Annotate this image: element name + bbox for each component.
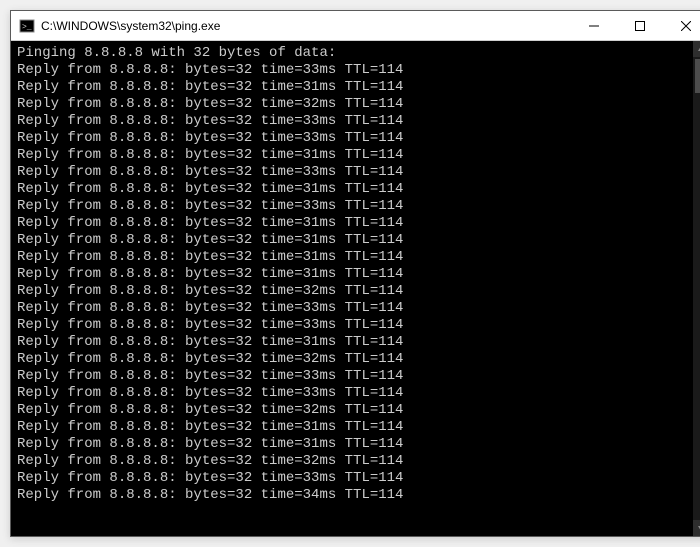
- vertical-scrollbar[interactable]: [693, 41, 700, 536]
- ping-reply-line: Reply from 8.8.8.8: bytes=32 time=31ms T…: [17, 181, 691, 198]
- window-title: C:\WINDOWS\system32\ping.exe: [41, 19, 571, 33]
- scroll-thumb[interactable]: [695, 59, 700, 93]
- ping-reply-line: Reply from 8.8.8.8: bytes=32 time=32ms T…: [17, 96, 691, 113]
- ping-reply-line: Reply from 8.8.8.8: bytes=32 time=32ms T…: [17, 402, 691, 419]
- ping-reply-line: Reply from 8.8.8.8: bytes=32 time=33ms T…: [17, 62, 691, 79]
- ping-reply-line: Reply from 8.8.8.8: bytes=32 time=31ms T…: [17, 249, 691, 266]
- maximize-button[interactable]: [617, 11, 663, 40]
- ping-reply-line: Reply from 8.8.8.8: bytes=32 time=33ms T…: [17, 470, 691, 487]
- ping-header-line: Pinging 8.8.8.8 with 32 bytes of data:: [17, 45, 691, 62]
- ping-reply-line: Reply from 8.8.8.8: bytes=32 time=31ms T…: [17, 334, 691, 351]
- scroll-up-button[interactable]: [693, 41, 700, 57]
- ping-reply-line: Reply from 8.8.8.8: bytes=32 time=31ms T…: [17, 147, 691, 164]
- ping-reply-line: Reply from 8.8.8.8: bytes=32 time=32ms T…: [17, 351, 691, 368]
- ping-reply-line: Reply from 8.8.8.8: bytes=32 time=32ms T…: [17, 283, 691, 300]
- titlebar[interactable]: >_ C:\WINDOWS\system32\ping.exe: [11, 11, 700, 41]
- ping-reply-line: Reply from 8.8.8.8: bytes=32 time=33ms T…: [17, 164, 691, 181]
- ping-reply-line: Reply from 8.8.8.8: bytes=32 time=33ms T…: [17, 368, 691, 385]
- ping-reply-line: Reply from 8.8.8.8: bytes=32 time=31ms T…: [17, 266, 691, 283]
- minimize-button[interactable]: [571, 11, 617, 40]
- console-window: >_ C:\WINDOWS\system32\ping.exe Pinging …: [10, 10, 700, 537]
- ping-reply-line: Reply from 8.8.8.8: bytes=32 time=31ms T…: [17, 419, 691, 436]
- client-area: Pinging 8.8.8.8 with 32 bytes of data:Re…: [11, 41, 700, 536]
- app-icon: >_: [19, 18, 35, 34]
- ping-reply-line: Reply from 8.8.8.8: bytes=32 time=32ms T…: [17, 453, 691, 470]
- ping-reply-line: Reply from 8.8.8.8: bytes=32 time=34ms T…: [17, 487, 691, 504]
- console-output[interactable]: Pinging 8.8.8.8 with 32 bytes of data:Re…: [11, 41, 693, 536]
- ping-reply-line: Reply from 8.8.8.8: bytes=32 time=33ms T…: [17, 198, 691, 215]
- svg-text:>_: >_: [22, 23, 32, 32]
- scroll-down-button[interactable]: [693, 520, 700, 536]
- close-button[interactable]: [663, 11, 700, 40]
- window-controls: [571, 11, 700, 40]
- ping-reply-line: Reply from 8.8.8.8: bytes=32 time=33ms T…: [17, 113, 691, 130]
- ping-reply-line: Reply from 8.8.8.8: bytes=32 time=33ms T…: [17, 385, 691, 402]
- ping-reply-line: Reply from 8.8.8.8: bytes=32 time=31ms T…: [17, 79, 691, 96]
- ping-reply-line: Reply from 8.8.8.8: bytes=32 time=33ms T…: [17, 130, 691, 147]
- ping-reply-line: Reply from 8.8.8.8: bytes=32 time=31ms T…: [17, 215, 691, 232]
- ping-reply-line: Reply from 8.8.8.8: bytes=32 time=33ms T…: [17, 317, 691, 334]
- ping-reply-line: Reply from 8.8.8.8: bytes=32 time=33ms T…: [17, 300, 691, 317]
- ping-reply-line: Reply from 8.8.8.8: bytes=32 time=31ms T…: [17, 232, 691, 249]
- ping-reply-line: Reply from 8.8.8.8: bytes=32 time=31ms T…: [17, 436, 691, 453]
